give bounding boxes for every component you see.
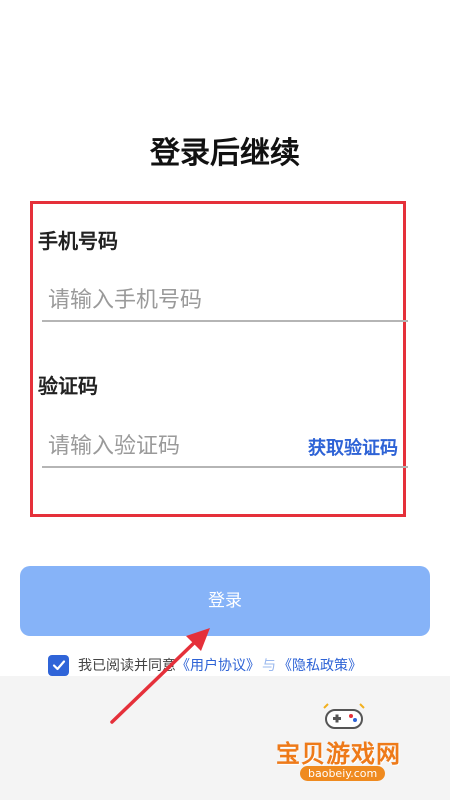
code-input-row: 获取验证码 bbox=[42, 424, 408, 468]
login-button[interactable]: 登录 bbox=[20, 566, 430, 636]
gamepad-icon bbox=[323, 703, 365, 729]
watermark-logo: 宝贝游戏网 baobeiy.com bbox=[270, 700, 420, 790]
watermark-name: 宝贝游戏网 bbox=[276, 739, 401, 768]
agreement-row: 我已阅读并同意 《用户协议》 与 《隐私政策》 bbox=[48, 653, 362, 677]
agreement-prefix: 我已阅读并同意 bbox=[78, 658, 176, 674]
get-code-button[interactable]: 获取验证码 bbox=[308, 434, 398, 460]
agreement-and-text: 与 bbox=[262, 658, 276, 674]
page-title: 登录后继续 bbox=[150, 136, 300, 171]
phone-input-row bbox=[42, 278, 408, 322]
watermark-url: baobeiy.com bbox=[300, 766, 386, 781]
privacy-policy-link[interactable]: 《隐私政策》 bbox=[278, 655, 362, 675]
check-icon bbox=[52, 660, 65, 671]
code-input[interactable] bbox=[48, 426, 288, 466]
code-label: 验证码 bbox=[38, 374, 98, 398]
user-agreement-link[interactable]: 《用户协议》 bbox=[176, 655, 260, 675]
phone-label: 手机号码 bbox=[38, 229, 118, 253]
agreement-checkbox[interactable] bbox=[48, 654, 69, 676]
phone-input[interactable] bbox=[48, 280, 288, 320]
